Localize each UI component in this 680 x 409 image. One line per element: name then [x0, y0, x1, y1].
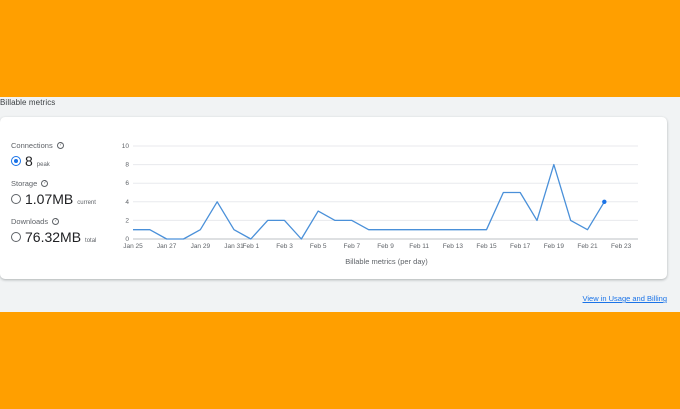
x-tick-label: Jan 25 [123, 243, 143, 250]
x-tick-label: Jan 29 [191, 243, 211, 250]
x-tick-label: Feb 23 [611, 243, 632, 250]
y-tick-label: 2 [125, 217, 129, 224]
x-tick-label: Feb 15 [476, 243, 497, 250]
x-tick-label: Jan 27 [157, 243, 177, 250]
y-tick-label: 4 [125, 199, 129, 206]
x-tick-label: Feb 3 [276, 243, 293, 250]
x-tick-label: Feb 17 [510, 243, 531, 250]
usage-billing-link[interactable]: View in Usage and Billing [583, 294, 668, 303]
billable-metrics-card: Connections? 8 peak Storage? 1.07MB curr… [0, 117, 667, 279]
section-title: Billable metrics [0, 98, 56, 107]
x-tick-label: Feb 21 [577, 243, 598, 250]
x-tick-label: Jan 31 [224, 243, 244, 250]
y-tick-label: 0 [125, 236, 129, 243]
y-tick-label: 8 [125, 162, 129, 169]
usage-line-chart: 0 2 4 6 8 10 Jan 25 Jan 27 Jan 29 Jan 31Feb 1 Feb … [122, 143, 638, 266]
x-tick-label: Feb 7 [344, 243, 361, 250]
x-tick-label: Feb 1 [243, 243, 260, 250]
x-tick-label: Feb 19 [544, 243, 565, 250]
x-tick-label: Feb 5 [310, 243, 327, 250]
x-tick-label: Feb 11 [409, 243, 429, 250]
x-tick-label: Feb 9 [377, 243, 394, 250]
x-axis-label: Billable metrics (per day) [345, 257, 428, 266]
y-tick-label: 6 [125, 180, 129, 187]
last-point-marker [602, 199, 607, 204]
y-tick-label: 10 [122, 143, 130, 150]
x-tick-label: Feb 13 [443, 243, 464, 250]
